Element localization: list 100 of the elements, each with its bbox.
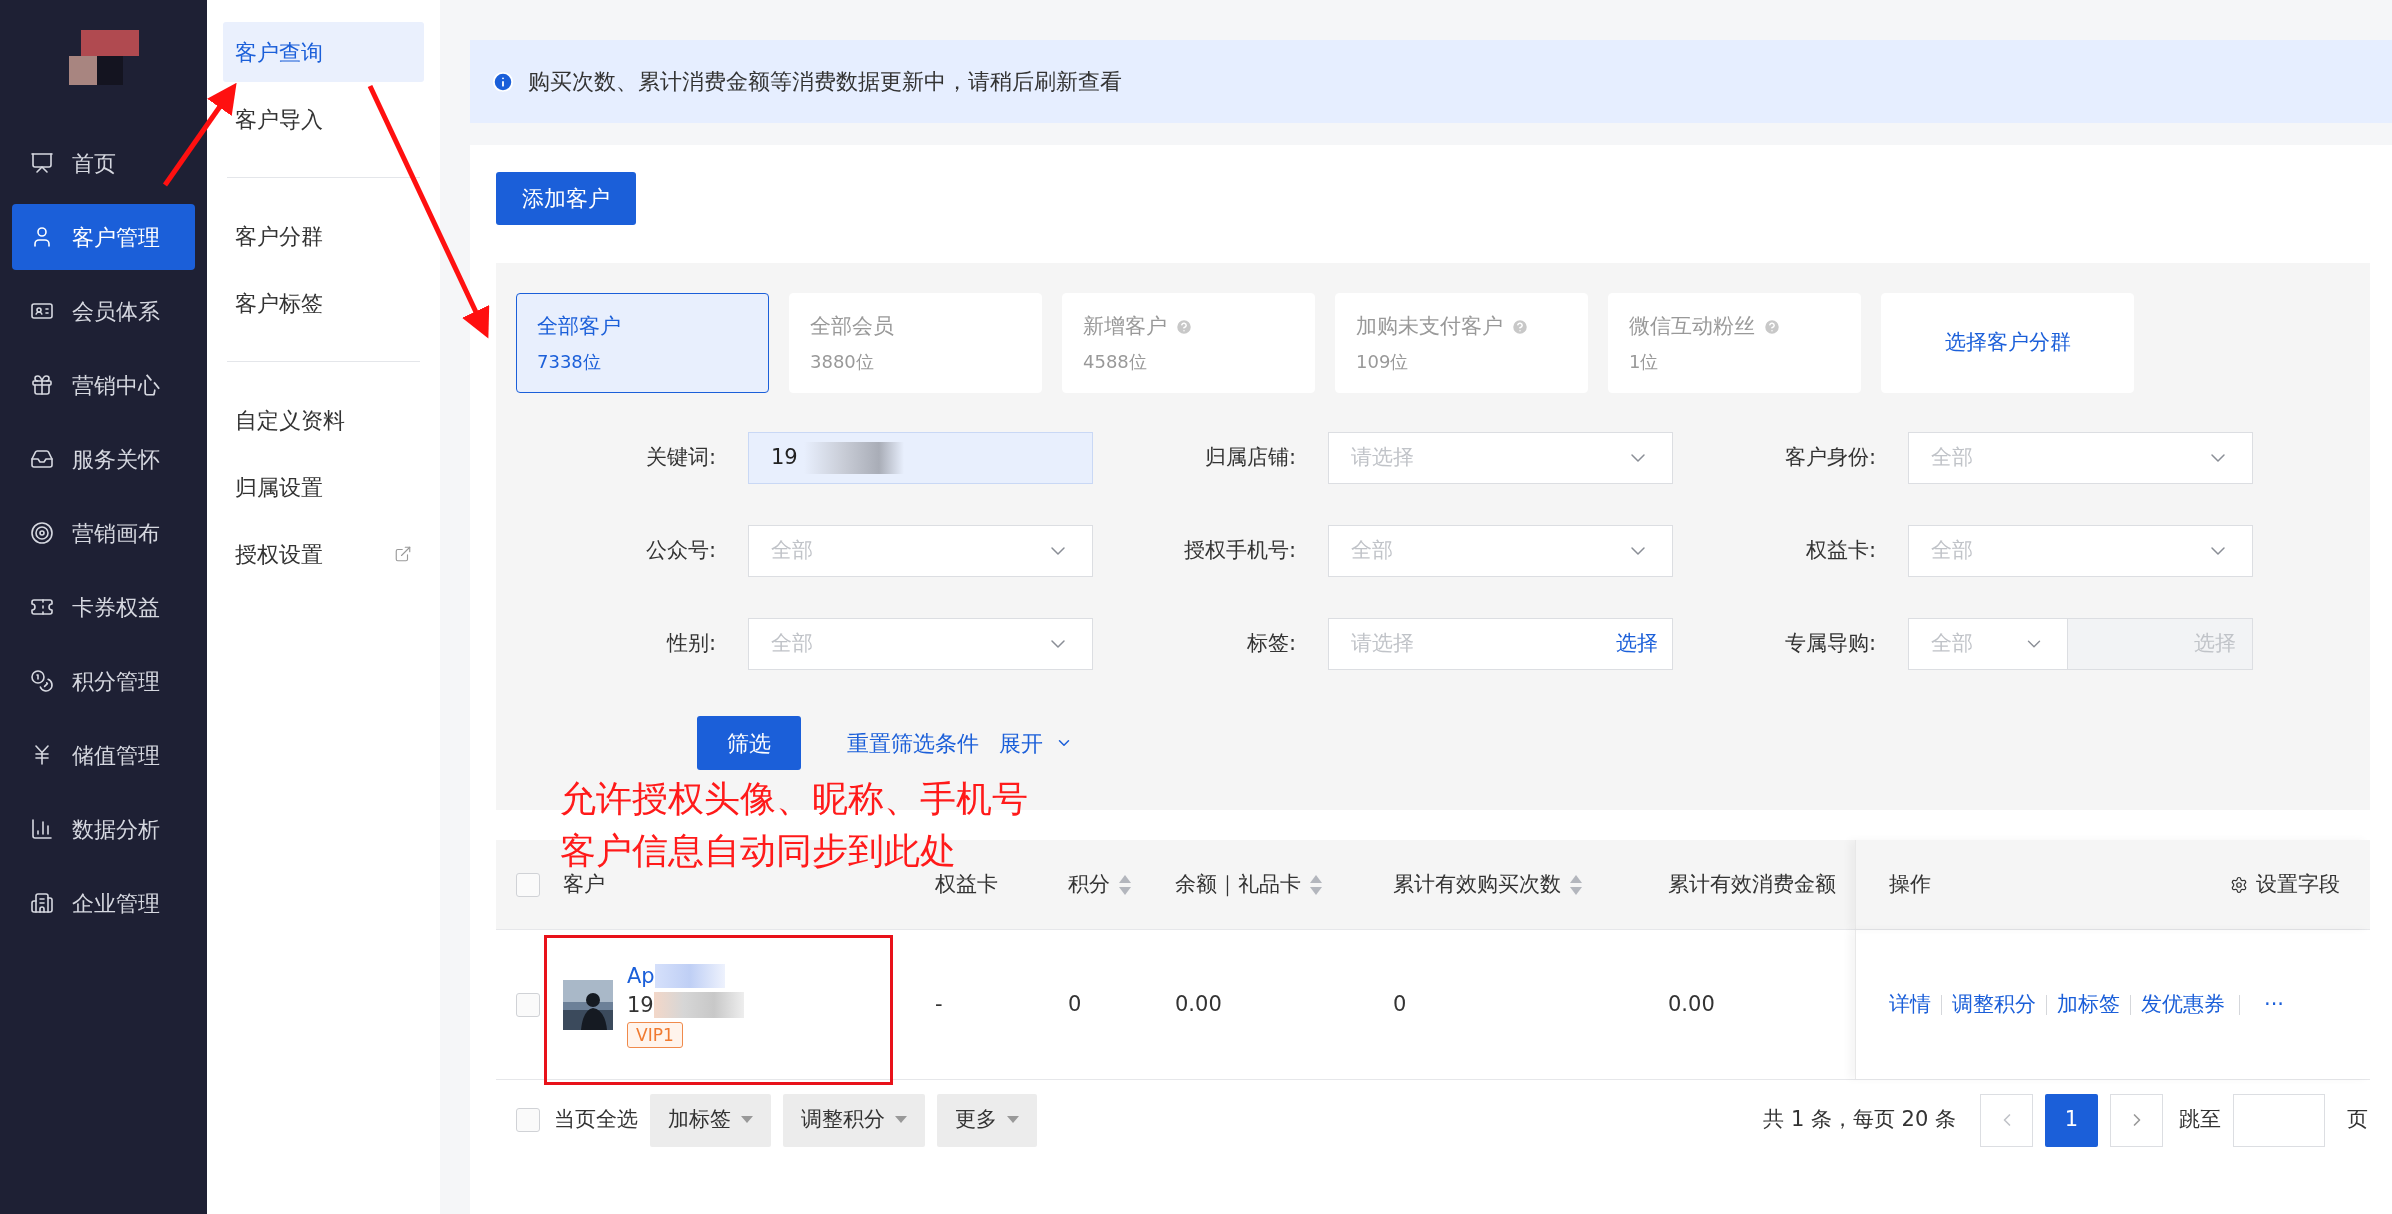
segment-card[interactable]: 全部客户 7338位 xyxy=(516,293,769,393)
next-page-button[interactable] xyxy=(2110,1093,2163,1147)
sidebar-item[interactable]: 客户管理 xyxy=(12,204,195,270)
settings-icon xyxy=(2230,875,2248,894)
select-all-checkbox[interactable] xyxy=(516,1108,540,1132)
coins-icon xyxy=(30,669,54,693)
column-header: 客户 xyxy=(563,870,605,898)
sidebar-item[interactable]: 会员体系 xyxy=(12,278,195,344)
redaction-blur xyxy=(654,963,725,988)
sidebar-item[interactable]: 企业管理 xyxy=(12,870,195,936)
keyword-field[interactable]: 19 xyxy=(748,432,1093,484)
sidebar-item[interactable]: 积分管理 xyxy=(12,648,195,714)
filter-label: 关键词: xyxy=(644,444,716,472)
jump-label: 跳至 xyxy=(2179,1106,2221,1134)
gift-icon xyxy=(30,373,54,397)
help-icon[interactable] xyxy=(1763,317,1781,336)
filter-button[interactable]: 筛选 xyxy=(697,716,801,770)
info-icon xyxy=(492,70,514,93)
segment-card[interactable]: 微信互动粉丝 1位 xyxy=(1608,293,1861,393)
expand-link[interactable]: 展开 xyxy=(999,726,1073,760)
segment-link[interactable]: 选择客户分群 xyxy=(1881,293,2134,393)
target-icon xyxy=(30,521,54,545)
filter-label: 性别: xyxy=(665,630,716,658)
bulk-action-button[interactable]: 更多 xyxy=(937,1093,1037,1147)
column-header: 操作 xyxy=(1889,870,1931,898)
bulk-action-button[interactable]: 加标签 xyxy=(650,1093,771,1147)
filter-label: 公众号: xyxy=(644,537,716,565)
subnav-item[interactable]: 自定义资料 xyxy=(223,390,424,450)
segment-label: 全部会员 xyxy=(810,312,894,340)
segment-count: 7338位 xyxy=(537,350,602,375)
reset-filters-link[interactable]: 重置筛选条件 xyxy=(847,726,979,760)
page-unit-label: 页 xyxy=(2347,1106,2368,1134)
filter-label: 客户身份: xyxy=(1783,444,1876,472)
annotation-text: 客户信息自动同步到此处 xyxy=(560,829,957,873)
more-actions-button[interactable]: ··· xyxy=(2264,988,2285,1021)
add-customer-button[interactable]: 添加客户 xyxy=(496,172,636,225)
pagination-summary: 共 1 条，每页 20 条 xyxy=(1763,1106,1956,1134)
segment-count: 3880位 xyxy=(810,350,875,375)
segment-label: 新增客户 xyxy=(1083,312,1167,340)
sort-icon[interactable] xyxy=(1118,873,1132,896)
column-header: 权益卡 xyxy=(935,870,998,898)
subnav-item[interactable]: 客户标签 xyxy=(223,273,424,333)
segment-count: 4588位 xyxy=(1083,350,1148,375)
table-cell: - xyxy=(935,991,943,1016)
sidebar-item[interactable]: 数据分析 xyxy=(12,796,195,862)
row-action-link[interactable]: 调整积分 xyxy=(1952,988,2036,1021)
bulk-action-button[interactable]: 调整积分 xyxy=(783,1093,925,1147)
row-action-link[interactable]: 加标签 xyxy=(2057,988,2120,1021)
subnav-item[interactable]: 客户分群 xyxy=(223,206,424,266)
segment-label: 加购未支付客户 xyxy=(1356,312,1503,340)
filter-label: 权益卡: xyxy=(1804,537,1876,565)
column-header: 余额｜礼品卡 xyxy=(1175,870,1301,899)
customer-phone: 19 xyxy=(627,991,654,1019)
inbox-icon xyxy=(30,447,54,471)
subnav-item[interactable]: 客户查询 xyxy=(223,22,424,82)
table-cell: 0.00 xyxy=(1668,991,1715,1016)
field-settings-button[interactable]: 设置字段 xyxy=(2230,868,2340,901)
caret-down-icon xyxy=(741,1116,753,1124)
help-icon[interactable] xyxy=(1175,317,1193,336)
table-cell: 0 xyxy=(1068,991,1082,1016)
customer-name-link[interactable]: Ap xyxy=(627,961,655,990)
sidebar-item[interactable]: 服务关怀 xyxy=(12,426,195,492)
help-icon[interactable] xyxy=(1511,317,1529,336)
annotation-text: 允许授权头像、昵称、手机号 xyxy=(560,777,1028,821)
subnav-item[interactable]: 授权设置 xyxy=(223,524,424,584)
column-header: 累计有效消费金额 xyxy=(1668,870,1836,898)
select-link[interactable]: 选择 xyxy=(1616,628,1658,660)
segment-count: 1位 xyxy=(1629,350,1660,375)
sidebar-item[interactable]: 卡券权益 xyxy=(12,574,195,640)
filter-label: 授权手机号: xyxy=(1182,537,1296,565)
subnav-item[interactable]: 归属设置 xyxy=(223,457,424,517)
subnav-item[interactable]: 客户导入 xyxy=(223,89,424,149)
column-header: 累计有效购买次数 xyxy=(1393,870,1561,898)
previous-page-button[interactable] xyxy=(1980,1093,2033,1147)
sort-icon[interactable] xyxy=(1569,873,1583,896)
segment-label: 微信互动粉丝 xyxy=(1629,312,1755,340)
table-cell: 0 xyxy=(1393,991,1407,1016)
column-header: 积分 xyxy=(1068,870,1110,898)
filter-label: 归属店铺: xyxy=(1203,444,1296,472)
sidebar-item[interactable]: 储值管理 xyxy=(12,722,195,788)
bar-chart-icon xyxy=(30,817,54,841)
vip-tag: VIP1 xyxy=(627,1021,683,1048)
sidebar-item[interactable]: 首页 xyxy=(12,130,195,196)
logo-icon xyxy=(68,30,139,85)
segment-label: 全部客户 xyxy=(537,312,621,340)
page-number-input[interactable] xyxy=(2233,1093,2325,1147)
row-checkbox[interactable] xyxy=(516,992,540,1017)
page-button[interactable]: 1 xyxy=(2045,1093,2098,1147)
segment-count: 109位 xyxy=(1356,350,1410,375)
row-action-link[interactable]: 详情 xyxy=(1889,988,1931,1021)
notice-text: 购买次数、累计消费金额等消费数据更新中，请稍后刷新查看 xyxy=(528,68,1122,96)
segment-card[interactable]: 加购未支付客户 109位 xyxy=(1335,293,1588,393)
sidebar-item[interactable]: 营销中心 xyxy=(12,352,195,418)
header-checkbox[interactable] xyxy=(516,872,540,897)
sidebar-item[interactable]: 营销画布 xyxy=(12,500,195,566)
select-all-label[interactable]: 当页全选 xyxy=(554,1104,638,1136)
sort-icon[interactable] xyxy=(1309,873,1323,896)
segment-card[interactable]: 全部会员 3880位 xyxy=(789,293,1042,393)
tag-picker-field[interactable]: 请选择 选择 xyxy=(1328,618,1673,670)
row-action-link[interactable]: 发优惠券 xyxy=(2141,988,2225,1021)
